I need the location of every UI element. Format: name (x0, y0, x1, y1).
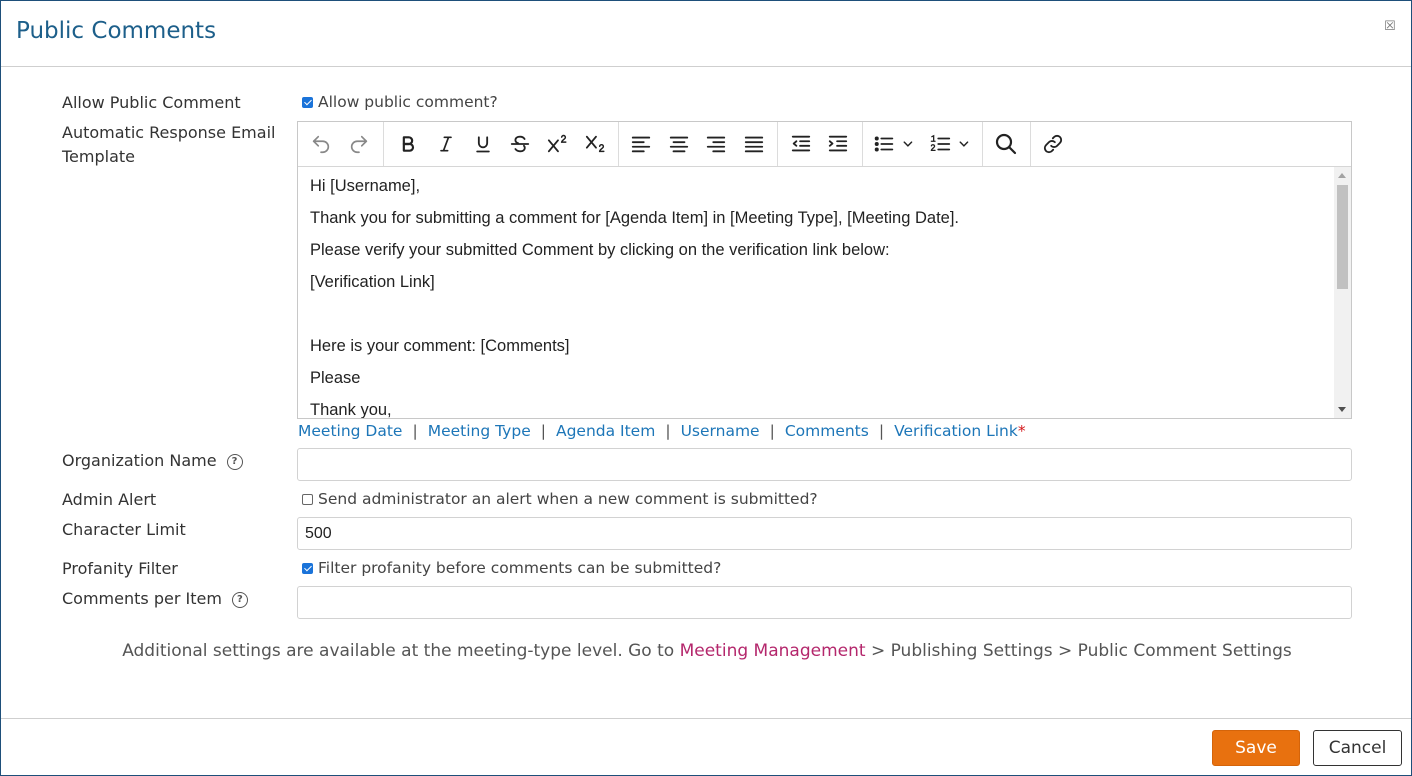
editor-line: Thank you, (310, 401, 392, 418)
comments-per-item-label: Comments per Item (62, 589, 222, 608)
editor-content[interactable]: Hi [Username], Thank you for submitting … (298, 167, 1334, 418)
token-comments[interactable]: Comments (785, 422, 869, 440)
profanity-filter-checkbox-label: Filter profanity before comments can be … (318, 559, 722, 577)
token-agenda-item[interactable]: Agenda Item (556, 422, 655, 440)
character-limit-label: Character Limit (62, 520, 186, 539)
admin-alert-checkbox-label: Send administrator an alert when a new c… (318, 490, 818, 508)
numbered-list-icon[interactable] (926, 131, 978, 157)
align-center-icon[interactable] (664, 131, 694, 157)
profanity-filter-label: Profanity Filter (62, 559, 178, 578)
save-button[interactable]: Save (1212, 730, 1300, 766)
public-comments-dialog: Public Comments ☒ Allow Public Comment A… (0, 0, 1412, 776)
organization-name-input[interactable] (297, 448, 1352, 481)
token-meeting-date[interactable]: Meeting Date (298, 422, 402, 440)
character-limit-input[interactable]: 500 (297, 517, 1352, 550)
allow-public-comment-label: Allow Public Comment (62, 93, 241, 112)
meeting-management-link[interactable]: Meeting Management (680, 641, 866, 661)
italic-icon[interactable] (431, 131, 461, 157)
email-template-editor: Hi [Username], Thank you for submitting … (297, 121, 1352, 419)
allow-public-comment-checkbox-label: Allow public comment? (318, 93, 498, 111)
scroll-down-arrow-icon[interactable] (1338, 407, 1346, 412)
editor-line: Here is your comment: [Comments] (310, 337, 570, 355)
dialog-footer: Save Cancel (1, 718, 1411, 776)
organization-name-label: Organization Name (62, 451, 217, 470)
bold-icon[interactable] (393, 131, 423, 157)
admin-alert-checkbox[interactable] (302, 493, 313, 505)
required-asterisk: * (1017, 422, 1026, 440)
profanity-filter-checkbox[interactable] (302, 562, 313, 574)
align-left-icon[interactable] (626, 131, 656, 157)
editor-line: [Verification Link] (310, 273, 435, 291)
indent-icon[interactable] (823, 131, 853, 157)
align-right-icon[interactable] (701, 131, 731, 157)
editor-line: Hi [Username], (310, 177, 421, 195)
template-token-links: Meeting Date | Meeting Type | Agenda Item | Us… (298, 422, 1026, 440)
help-icon[interactable]: ? (231, 591, 248, 608)
admin-alert-label: Admin Alert (62, 490, 157, 509)
superscript-icon[interactable] (542, 131, 574, 157)
editor-line: Please (310, 369, 361, 387)
close-icon[interactable]: ☒ (1383, 19, 1397, 33)
redo-icon[interactable] (344, 131, 374, 157)
profanity-filter-row[interactable]: Filter profanity before comments can be … (302, 558, 721, 578)
organization-name-label-row: Organization Name? (62, 449, 243, 473)
comments-per-item-label-row: Comments per Item? (62, 587, 248, 611)
admin-alert-row[interactable]: Send administrator an alert when a new c… (302, 489, 818, 509)
editor-line: Thank you for submitting a comment for [… (310, 209, 960, 227)
align-justify-icon[interactable] (739, 131, 769, 157)
strikethrough-icon[interactable] (505, 131, 535, 157)
scroll-up-arrow-icon[interactable] (1338, 173, 1346, 178)
token-verification-link[interactable]: Verification Link (894, 422, 1018, 440)
token-username[interactable]: Username (681, 422, 760, 440)
scrollbar-thumb[interactable] (1337, 185, 1348, 289)
subscript-icon[interactable] (580, 131, 612, 157)
settings-note: Additional settings are available at the… (122, 641, 1292, 661)
allow-public-comment-row[interactable]: Allow public comment? (302, 92, 498, 112)
search-icon[interactable] (990, 131, 1022, 157)
auto-response-label: Automatic Response Email Template (62, 123, 276, 166)
editor-toolbar (298, 122, 1351, 167)
undo-icon[interactable] (306, 131, 336, 157)
comments-per-item-input[interactable] (297, 586, 1352, 619)
editor-scrollbar[interactable] (1334, 167, 1351, 418)
dialog-header: Public Comments ☒ (1, 1, 1411, 67)
token-meeting-type[interactable]: Meeting Type (428, 422, 531, 440)
cancel-button[interactable]: Cancel (1313, 730, 1402, 766)
help-icon[interactable]: ? (226, 453, 243, 470)
allow-public-comment-checkbox[interactable] (302, 96, 313, 108)
dialog-title: Public Comments (16, 18, 217, 44)
editor-line: Please verify your submitted Comment by … (310, 241, 890, 259)
outdent-icon[interactable] (786, 131, 816, 157)
bullet-list-icon[interactable] (870, 131, 922, 157)
link-icon[interactable] (1038, 131, 1068, 157)
underline-icon[interactable] (468, 131, 498, 157)
